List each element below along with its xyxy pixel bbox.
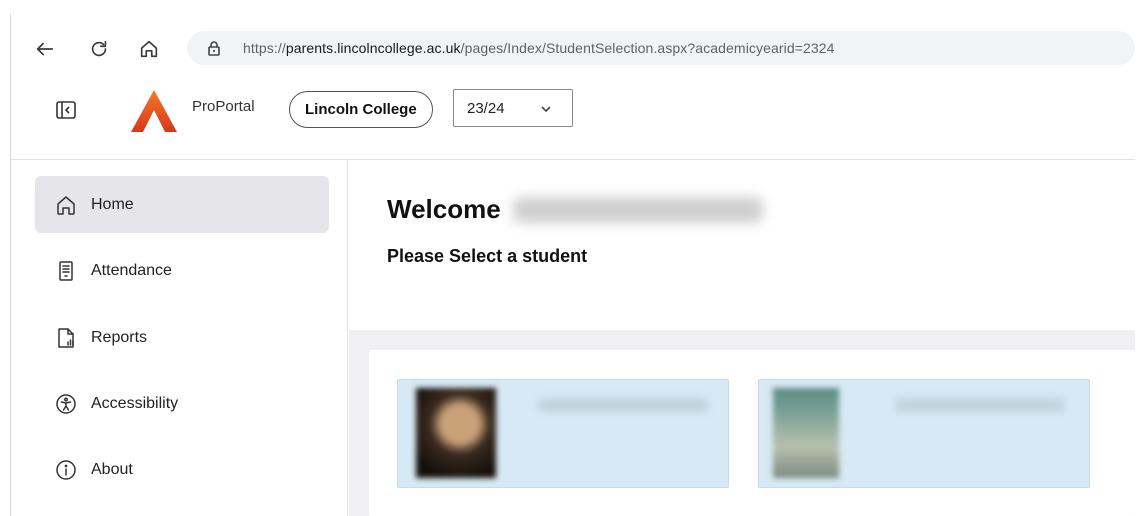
redacted-user-name <box>512 196 763 223</box>
url-scheme: https:// <box>243 40 286 56</box>
sidebar-item-label: About <box>91 460 133 478</box>
address-bar[interactable]: https://parents.lincolncollege.ac.uk/pag… <box>187 31 1135 65</box>
student-card[interactable] <box>758 379 1090 488</box>
sidebar-item-home[interactable]: Home <box>35 176 329 233</box>
app-header: ProPortal Lincoln College 23/24 <box>11 80 1135 160</box>
welcome-panel: Welcome Please Select a student <box>349 160 1135 330</box>
student-list <box>369 350 1135 516</box>
chevron-down-icon <box>541 106 551 113</box>
welcome-text: Welcome <box>387 194 501 224</box>
proportal-logo <box>129 88 179 134</box>
accessibility-icon <box>55 393 77 415</box>
sidebar-item-label: Attendance <box>91 261 172 279</box>
student-photo <box>773 388 839 478</box>
home-icon <box>55 194 77 216</box>
sidebar-item-attendance[interactable]: Attendance <box>35 242 329 299</box>
academic-year-value: 23/24 <box>467 99 505 117</box>
redacted-student-name <box>895 398 1065 412</box>
student-photo <box>416 388 496 478</box>
lock-icon[interactable] <box>205 39 223 57</box>
redacted-student-name <box>538 398 708 412</box>
sidebar-item-about[interactable]: About <box>35 441 329 498</box>
student-card[interactable] <box>397 379 729 488</box>
college-selector-button[interactable]: Lincoln College <box>289 91 433 128</box>
sidebar-item-accessibility[interactable]: Accessibility <box>35 375 329 432</box>
collapse-sidebar-icon[interactable] <box>55 99 77 121</box>
sidebar: Home Attendance Reports Accessibility Ab… <box>11 160 348 516</box>
url-host: parents.lincolncollege.ac.uk <box>285 40 461 56</box>
attendance-icon <box>55 260 77 282</box>
main-content: Welcome Please Select a student <box>349 160 1135 516</box>
student-list-area <box>349 330 1135 516</box>
reports-icon <box>55 327 77 349</box>
url-path: /pages/Index/StudentSelection.aspx?acade… <box>460 40 835 56</box>
brand-name: ProPortal <box>192 98 255 115</box>
welcome-heading: Welcome <box>387 194 763 225</box>
browser-toolbar: https://parents.lincolncollege.ac.uk/pag… <box>11 14 1135 80</box>
info-icon <box>55 459 77 481</box>
sidebar-item-label: Home <box>91 195 134 213</box>
url-text[interactable]: https://parents.lincolncollege.ac.uk/pag… <box>243 40 835 56</box>
back-icon[interactable] <box>31 35 59 63</box>
app-window: https://parents.lincolncollege.ac.uk/pag… <box>10 14 1135 516</box>
select-student-prompt: Please Select a student <box>387 246 588 266</box>
sidebar-item-label: Accessibility <box>91 394 179 412</box>
academic-year-select[interactable]: 23/24 <box>453 89 573 127</box>
refresh-icon[interactable] <box>85 35 113 63</box>
sidebar-item-reports[interactable]: Reports <box>35 309 329 366</box>
home-browser-icon[interactable] <box>135 35 163 63</box>
sidebar-item-label: Reports <box>91 328 148 346</box>
